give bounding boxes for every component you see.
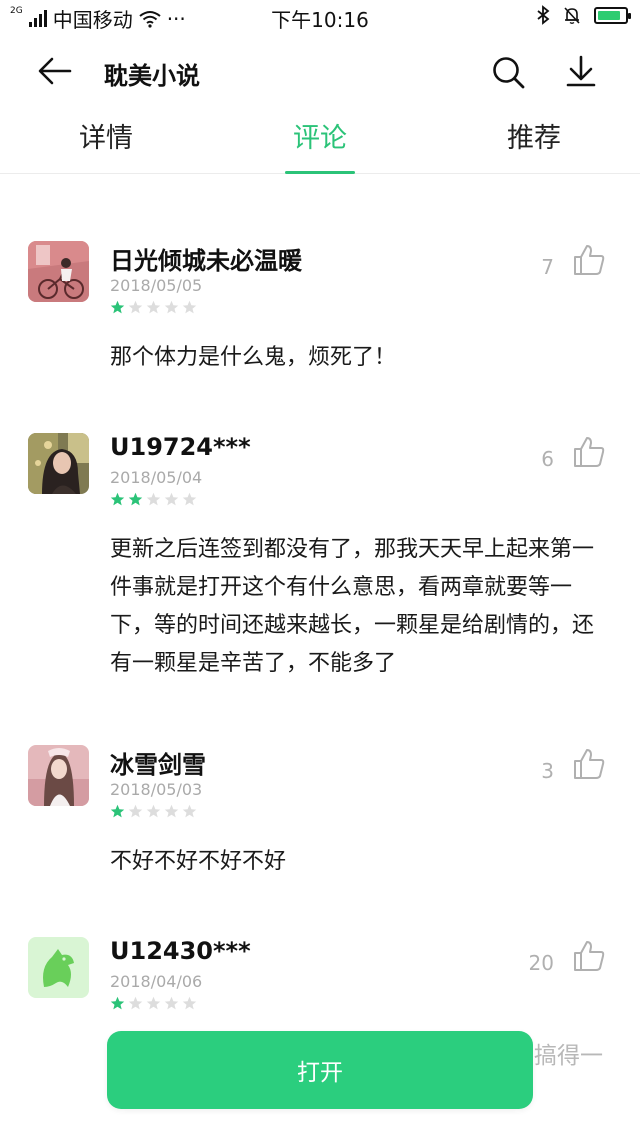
star-empty-icon xyxy=(164,300,179,314)
star-empty-icon xyxy=(164,492,179,506)
rating-stars xyxy=(110,804,197,819)
open-button[interactable]: 打开 xyxy=(107,1031,533,1109)
star-empty-icon xyxy=(164,804,179,818)
tab-bar: 详情 评论 推荐 xyxy=(0,110,640,174)
thumbs-up-icon[interactable] xyxy=(572,435,606,469)
back-arrow-icon[interactable] xyxy=(38,56,72,86)
bluetooth-icon xyxy=(537,5,550,25)
tab-details[interactable]: 详情 xyxy=(46,116,166,155)
star-empty-icon xyxy=(164,996,179,1010)
comment-date: 2018/05/04 xyxy=(110,468,203,487)
like-count: 3 xyxy=(541,759,554,783)
thumbs-up-icon[interactable] xyxy=(572,747,606,781)
user-name: 冰雪剑雪 xyxy=(110,751,206,779)
rating-stars xyxy=(110,492,197,507)
user-avatar[interactable] xyxy=(28,433,89,494)
status-right xyxy=(536,5,631,25)
star-empty-icon xyxy=(146,996,161,1010)
status-bar: 2G 中国移动 ··· 下午10:16 xyxy=(0,0,640,34)
header: 耽美小说 xyxy=(0,40,640,104)
battery-icon xyxy=(594,6,631,24)
star-filled-icon xyxy=(110,492,125,506)
star-empty-icon xyxy=(182,300,197,314)
tab-recommend[interactable]: 推荐 xyxy=(474,116,594,155)
mute-bell-icon xyxy=(564,7,580,24)
user-name: U19724*** xyxy=(110,433,251,461)
page-title: 耽美小说 xyxy=(104,62,200,90)
user-avatar[interactable] xyxy=(28,937,89,998)
comment-date: 2018/05/05 xyxy=(110,276,203,295)
like-count: 7 xyxy=(541,255,554,279)
star-filled-icon xyxy=(128,492,143,506)
star-empty-icon xyxy=(128,804,143,818)
rating-stars xyxy=(110,996,197,1011)
comment-text: 更新之后连签到都没有了，那我天天早上起来第一件事就是打开这个有什么意思，看两章就… xyxy=(110,537,595,676)
star-empty-icon xyxy=(146,300,161,314)
open-button-label: 打开 xyxy=(297,1060,343,1086)
user-avatar[interactable] xyxy=(28,745,89,806)
tab-comments[interactable]: 评论 xyxy=(260,116,380,155)
partial-comment-text: 搞得一 xyxy=(534,1043,603,1069)
comment-text: 不好不好不好不好 xyxy=(110,849,287,874)
star-filled-icon xyxy=(110,300,125,314)
comment-text: 那个体力是什么鬼，烦死了！ xyxy=(110,345,397,370)
like-count: 20 xyxy=(528,951,554,975)
thumbs-up-icon[interactable] xyxy=(572,939,606,973)
user-name: 日光倾城未必温暖 xyxy=(110,247,302,275)
user-avatar[interactable] xyxy=(28,241,89,302)
active-tab-indicator xyxy=(285,171,355,174)
star-filled-icon xyxy=(110,996,125,1010)
star-empty-icon xyxy=(128,996,143,1010)
star-empty-icon xyxy=(146,492,161,506)
download-icon[interactable] xyxy=(563,53,599,89)
search-icon[interactable] xyxy=(490,54,526,90)
star-empty-icon xyxy=(128,300,143,314)
thumbs-up-icon[interactable] xyxy=(572,243,606,277)
rating-stars xyxy=(110,300,197,315)
like-count: 6 xyxy=(541,447,554,471)
star-empty-icon xyxy=(182,492,197,506)
star-empty-icon xyxy=(182,804,197,818)
star-empty-icon xyxy=(146,804,161,818)
comment-date: 2018/05/03 xyxy=(110,780,203,799)
star-empty-icon xyxy=(182,996,197,1010)
comment-date: 2018/04/06 xyxy=(110,972,203,991)
user-name: U12430*** xyxy=(110,937,251,965)
battery-level xyxy=(598,10,621,20)
star-filled-icon xyxy=(110,804,125,818)
screen: 2G 中国移动 ··· 下午10:16 耽美小说 详情 评论 推荐 日光倾城未必… xyxy=(0,0,640,1138)
